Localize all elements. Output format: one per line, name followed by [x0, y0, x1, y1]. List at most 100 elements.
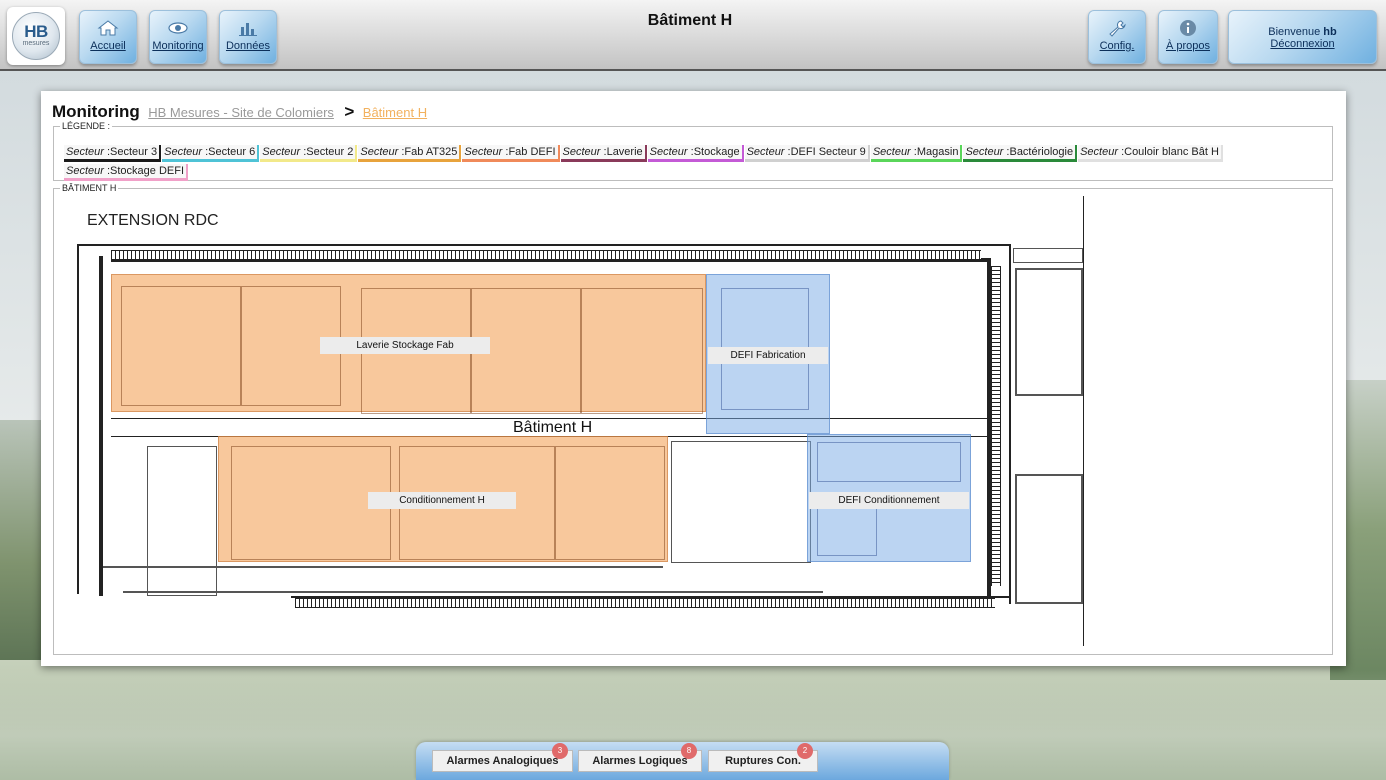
room-outline — [1015, 474, 1083, 604]
legend-item-name: :DEFI Secteur 9 — [787, 146, 866, 158]
legend-item-prefix: Secteur — [262, 146, 301, 158]
tab-ruptures-con[interactable]: Ruptures Con. 2 — [708, 743, 818, 772]
zone-label-defi-fabrication[interactable]: DEFI Fabrication — [708, 347, 828, 364]
legend-item-prefix: Secteur — [562, 146, 601, 158]
welcome-text: Bienvenue hb — [1268, 26, 1337, 38]
alarm-count-badge: 8 — [681, 743, 697, 759]
alarm-count-badge: 3 — [552, 743, 568, 759]
legend-item-name: :Stockage DEFI — [106, 165, 185, 177]
legend-item-name: :Fab DEFI — [505, 146, 556, 158]
legend-item-prefix: Secteur — [872, 146, 911, 158]
legend-item[interactable]: Secteur :Bactériologie — [963, 145, 1078, 162]
room-outline — [123, 591, 823, 593]
breadcrumb-current-link[interactable]: Bâtiment H — [363, 105, 427, 120]
nav-accueil-button[interactable]: Accueil — [79, 10, 137, 64]
legend-item[interactable]: Secteur :Couloir blanc Bât H — [1078, 145, 1223, 162]
room-outline — [103, 566, 663, 568]
legend-item-name: :Bactériologie — [1006, 146, 1074, 158]
floor-plan: EXTENSION RDC Laverie Stockage Fab DEFI … — [61, 196, 1101, 646]
config-label: Config. — [1099, 40, 1135, 52]
config-button[interactable]: Config. — [1088, 10, 1146, 64]
legend-box: LÉGENDE : Secteur :Secteur 3 Secteur :Sec… — [53, 121, 1333, 181]
legend-item-prefix: Secteur — [66, 146, 104, 158]
legend-item-prefix: Secteur — [746, 146, 785, 158]
room-outline — [1015, 268, 1083, 396]
room-outline — [555, 446, 665, 560]
zone-label-defi-conditionnement[interactable]: DEFI Conditionnement — [809, 492, 969, 509]
legend-items: Secteur :Secteur 3 Secteur :Secteur 6 Sect… — [64, 143, 1324, 181]
legend-item-prefix: Secteur — [1080, 146, 1118, 158]
wrench-icon — [1109, 20, 1126, 37]
window-strip-right — [991, 266, 1001, 586]
breadcrumb-title: Monitoring — [52, 102, 140, 121]
legend-item-prefix: Secteur — [464, 146, 503, 158]
legend-item[interactable]: Secteur :Stockage DEFI — [64, 164, 189, 181]
legend-item[interactable]: Secteur :Secteur 3 — [64, 145, 162, 162]
legend-item[interactable]: Secteur :Fab DEFI — [462, 145, 560, 162]
nav-accueil-label: Accueil — [90, 40, 126, 52]
tab-alarmes-logiques[interactable]: Alarmes Logiques 8 — [578, 743, 702, 772]
about-button[interactable]: À propos — [1158, 10, 1218, 64]
nav-donnees-button[interactable]: Données — [219, 10, 277, 64]
tab-label: Alarmes Logiques — [592, 755, 688, 767]
room-outline — [671, 441, 811, 563]
breadcrumb-separator: > — [344, 102, 355, 121]
zone-label-laverie-stockage-fab[interactable]: Laverie Stockage Fab — [320, 337, 490, 354]
room-outline — [121, 286, 241, 406]
legend-item-prefix: Secteur — [965, 146, 1004, 158]
eye-icon — [168, 22, 188, 34]
plan-box-title: BÂTIMENT H — [62, 183, 117, 193]
alarm-tabs-bar: Alarmes Analogiques 3 Alarmes Logiques 8… — [416, 742, 949, 780]
legend-item-name: :Secteur 3 — [106, 146, 158, 158]
breadcrumb: Monitoring HB Mesures - Site de Colomier… — [52, 102, 427, 122]
legend-item[interactable]: Secteur :Secteur 6 — [162, 145, 260, 162]
legend-item[interactable]: Secteur :DEFI Secteur 9 — [744, 145, 870, 162]
legend-item-prefix: Secteur — [360, 146, 399, 158]
legend-item-name: :Stockage — [690, 146, 740, 158]
zone-label-conditionnement-h[interactable]: Conditionnement H — [368, 492, 516, 509]
legend-item[interactable]: Secteur :Laverie — [560, 145, 647, 162]
tab-alarmes-analogiques[interactable]: Alarmes Analogiques 3 — [432, 743, 573, 772]
logo-subtext: mesures — [22, 40, 50, 47]
legend-item-name: :Couloir blanc Bât H — [1121, 146, 1219, 158]
nav-monitoring-button[interactable]: Monitoring — [149, 10, 207, 64]
legend-item[interactable]: Secteur :Fab AT325 — [358, 145, 462, 162]
info-icon — [1180, 20, 1196, 36]
user-panel: Bienvenue hb Déconnexion — [1228, 10, 1377, 64]
plan-title: EXTENSION RDC — [87, 212, 219, 229]
logo-text: HB — [24, 22, 48, 41]
legend-item[interactable]: Secteur :Stockage — [647, 145, 744, 162]
legend-item-name: :Fab AT325 — [401, 146, 458, 158]
room-outline — [147, 446, 217, 596]
window-strip-bottom — [295, 598, 995, 608]
nav-donnees-label: Données — [225, 40, 271, 52]
outer-wall-top — [77, 244, 1011, 246]
legend-item-name: :Magasin — [913, 146, 959, 158]
building-label: Bâtiment H — [513, 419, 593, 436]
room-outline — [1013, 248, 1083, 263]
breadcrumb-site-link[interactable]: HB Mesures - Site de Colomiers — [148, 105, 334, 120]
room-outline — [581, 288, 703, 414]
home-icon — [97, 20, 119, 36]
legend-item-name: :Secteur 6 — [205, 146, 256, 158]
welcome-prefix: Bienvenue — [1268, 26, 1321, 38]
legend-item[interactable]: Secteur :Secteur 2 — [260, 145, 358, 162]
tab-label: Ruptures Con. — [725, 755, 801, 767]
inner-wall-left — [99, 256, 103, 596]
username: hb — [1323, 26, 1337, 38]
alarm-count-badge: 2 — [797, 743, 813, 759]
tab-label: Alarmes Analogiques — [446, 755, 559, 767]
company-logo[interactable]: HB mesures — [7, 7, 65, 65]
top-header: HB mesures Accueil Monitoring Données Bâ… — [0, 0, 1386, 71]
legend-item-name: :Laverie — [603, 146, 643, 158]
legend-item[interactable]: Secteur :Magasin — [870, 145, 963, 162]
legend-item-name: :Secteur 2 — [303, 146, 354, 158]
legend-item-prefix: Secteur — [164, 146, 203, 158]
logout-link[interactable]: Déconnexion — [1270, 38, 1334, 50]
legend-item-prefix: Secteur — [66, 165, 104, 177]
legend-title: LÉGENDE : — [62, 121, 111, 131]
room-outline — [231, 446, 391, 560]
window-strip-top — [111, 250, 981, 260]
logo-badge: HB mesures — [12, 12, 60, 60]
plan-edge-line — [1083, 196, 1084, 646]
